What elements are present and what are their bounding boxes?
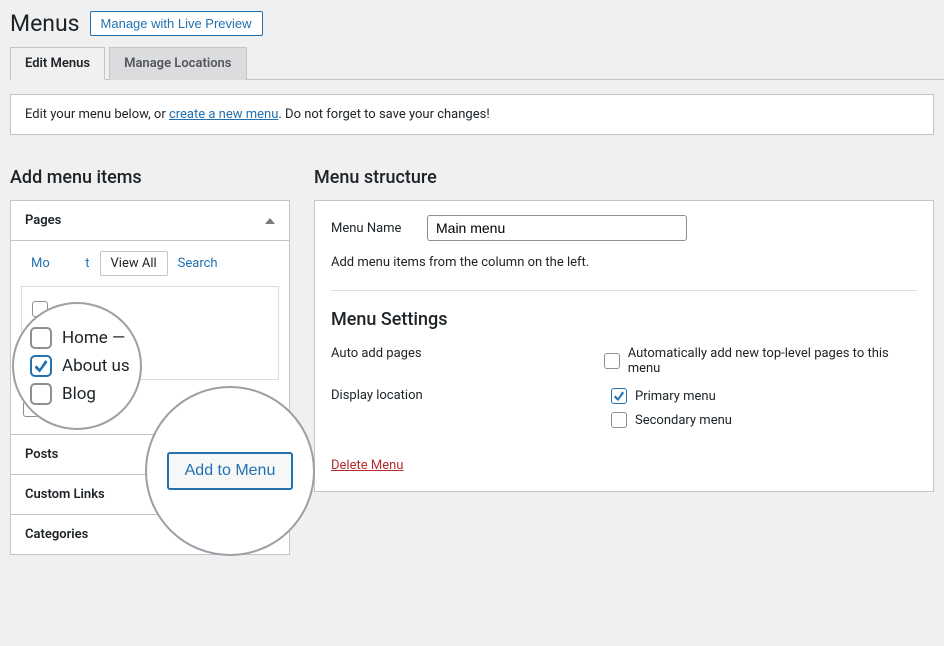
location-secondary[interactable]: Secondary menu [611, 412, 732, 428]
chevron-down-icon [265, 532, 275, 538]
menu-name-input[interactable] [427, 215, 687, 241]
accordion-posts-label: Posts [25, 447, 58, 462]
create-new-menu-link[interactable]: create a new menu [169, 107, 278, 122]
accordion-pages: Pages Mo t View All Search Home — Front … [10, 200, 290, 435]
page-item-home[interactable]: Home — Front Page [30, 297, 270, 321]
checkbox-primary-menu[interactable] [611, 388, 627, 404]
select-all-row[interactable]: Select All [21, 397, 103, 421]
accordion-pages-header[interactable]: Pages [11, 201, 289, 241]
menu-settings-title: Menu Settings [315, 291, 933, 340]
tab-edit-menus[interactable]: Edit Menus [10, 47, 105, 80]
menu-name-label: Menu Name [331, 221, 411, 236]
page-item-blog[interactable]: Blog [30, 345, 270, 369]
auto-add-label: Auto add pages [331, 346, 604, 361]
display-location-label: Display location [331, 388, 611, 403]
checkbox-auto-add[interactable] [604, 353, 620, 369]
auto-add-option[interactable]: Automatically add new top-level pages to… [604, 346, 917, 376]
tab-manage-locations[interactable]: Manage Locations [109, 47, 246, 80]
location-primary[interactable]: Primary menu [611, 388, 732, 404]
accordion-categories-label: Categories [25, 527, 88, 542]
subtab-most-recent[interactable]: Mo t [21, 252, 100, 275]
manage-live-preview-button[interactable]: Manage with Live Preview [90, 11, 263, 36]
accordion-categories: Categories [10, 515, 290, 555]
accordion-categories-header[interactable]: Categories [11, 515, 289, 554]
auto-add-text: Automatically add new top-level pages to… [628, 346, 917, 376]
callout-add-to-menu-button[interactable]: Add to Menu [167, 452, 294, 490]
chevron-down-icon [265, 492, 275, 498]
checkbox-select-all[interactable] [23, 401, 39, 417]
checkbox-secondary-menu[interactable] [611, 412, 627, 428]
notice: Edit your menu below, or create a new me… [10, 94, 934, 135]
accordion-custom-links-label: Custom Links [25, 487, 105, 502]
checkbox-home[interactable] [32, 301, 48, 317]
notice-text-prefix: Edit your menu below, or [25, 107, 169, 122]
delete-menu-link[interactable]: Delete Menu [331, 458, 403, 473]
select-all-label: Select All [47, 402, 101, 417]
accordion-pages-label: Pages [25, 213, 61, 228]
subtab-view-all[interactable]: View All [100, 251, 168, 276]
notice-text-suffix: . Do not forget to save your changes! [278, 107, 489, 122]
add-menu-items-title: Add menu items [10, 167, 290, 188]
menu-structure-title: Menu structure [314, 167, 934, 188]
secondary-menu-label: Secondary menu [635, 413, 732, 428]
page-title: Menus [10, 10, 80, 37]
subtab-search[interactable]: Search [168, 252, 228, 275]
primary-menu-label: Primary menu [635, 389, 716, 404]
menu-structure-hint: Add menu items from the column on the le… [315, 255, 933, 290]
chevron-up-icon [265, 218, 275, 224]
pages-checklist: Home — Front Page About us Blog [21, 286, 279, 380]
menu-structure-box: Menu Name Add menu items from the column… [314, 200, 934, 492]
tabs: Edit Menus Manage Locations [10, 47, 944, 80]
